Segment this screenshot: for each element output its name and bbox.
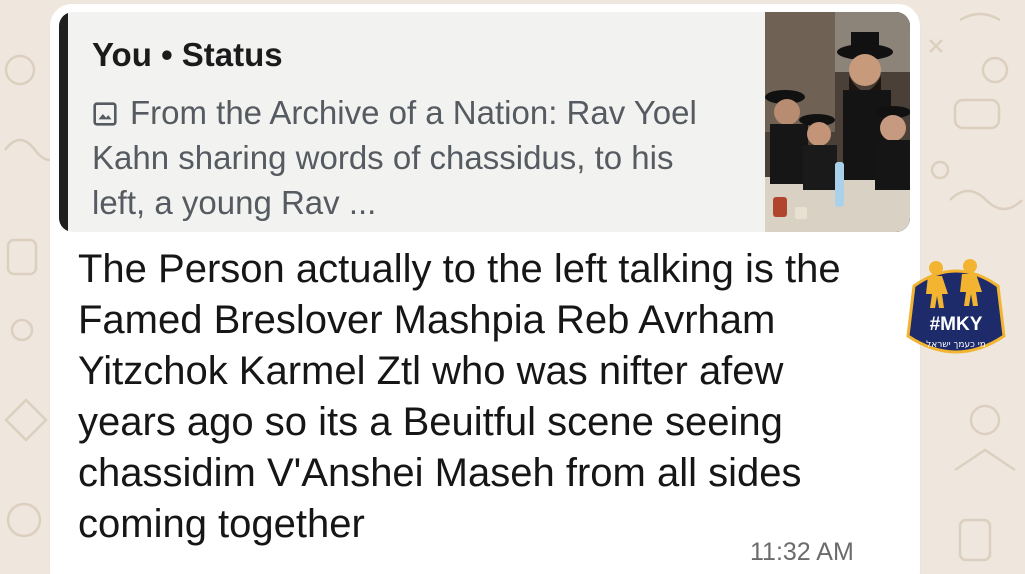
message-bubble[interactable]: You • Status From the Archive of a Natio…	[50, 4, 920, 574]
quoted-caption-text: From the Archive of a Nation: Rav Yoel K…	[92, 94, 697, 221]
quoted-status-reply[interactable]: You • Status From the Archive of a Natio…	[59, 12, 910, 232]
logo-hashtag: #MKY	[930, 314, 983, 335]
quoted-separator: •	[161, 36, 173, 73]
quoted-status-label: Status	[181, 36, 283, 73]
message-timestamp: 11:32 AM	[750, 538, 854, 566]
mky-logo: #MKY מי כעמך ישראל	[906, 259, 1006, 354]
quoted-author: You • Status	[92, 36, 283, 74]
quote-accent-bar	[59, 12, 68, 232]
logo-tagline: מי כעמך ישראל	[926, 340, 986, 350]
photo-thumbnail[interactable]	[765, 12, 910, 232]
message-text: The Person actually to the left talking …	[78, 247, 841, 546]
quoted-caption: From the Archive of a Nation: Rav Yoel K…	[92, 90, 702, 225]
quoted-author-name: You	[92, 36, 152, 73]
image-icon	[93, 102, 117, 126]
